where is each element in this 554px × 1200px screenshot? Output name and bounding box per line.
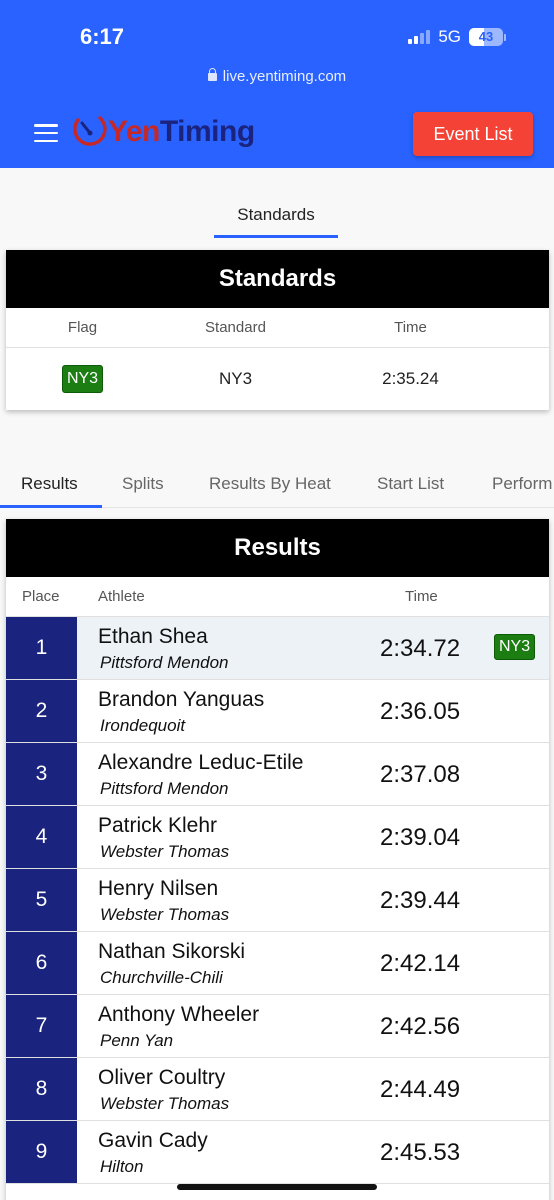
place-cell: 3 [6, 743, 77, 805]
result-time: 2:42.56 [380, 1013, 461, 1040]
table-row[interactable]: 4 Patrick Klehr Webster Thomas 2:39.04 [6, 806, 549, 869]
athlete-team: Irondequoit [100, 716, 186, 735]
results-title: Results [6, 519, 549, 577]
results-card: Results Place Athlete Time 1 Ethan Shea Pi… [6, 519, 549, 1200]
col-place: Place [22, 588, 60, 605]
place-cell: 7 [6, 995, 77, 1057]
results-header-row: Place Athlete Time [6, 577, 549, 617]
table-row[interactable]: 8 Oliver Coultry Webster Thomas 2:44.49 [6, 1058, 549, 1121]
lock-icon [207, 68, 217, 81]
place-cell: 8 [6, 1058, 77, 1120]
active-tab-underline [0, 505, 102, 508]
table-row[interactable]: 1 Ethan Shea Pittsford Mendon 2:34.72 NY3 [6, 617, 549, 680]
table-row[interactable]: 7 Anthony Wheeler Penn Yan 2:42.56 [6, 995, 549, 1058]
athlete-name: Ethan Shea [98, 625, 208, 648]
tab-standards[interactable]: Standards [214, 196, 338, 238]
cellular-signal-icon [408, 30, 431, 44]
athlete-team: Pittsford Mendon [100, 653, 229, 672]
standard-time: 2:35.24 [382, 369, 439, 388]
yentiming-logo[interactable]: YenTiming [70, 112, 255, 152]
result-time: 2:34.72 [380, 635, 461, 662]
result-time: 2:39.44 [380, 887, 461, 914]
url-text: live.yentiming.com [222, 68, 347, 85]
logo-timing-text: Timing [159, 115, 255, 148]
flag-badge: NY3 [494, 634, 536, 660]
tab-results-by-heat[interactable]: Results By Heat [209, 474, 331, 494]
result-time: 2:45.53 [380, 1139, 461, 1166]
athlete-team: Webster Thomas [100, 905, 230, 924]
result-time: 2:39.04 [380, 824, 461, 851]
table-row[interactable]: 5 Henry Nilsen Webster Thomas 2:39.44 [6, 869, 549, 932]
place-cell: 2 [6, 680, 77, 742]
col-athlete: Athlete [98, 588, 145, 605]
standards-card: Standards Flag Standard Time NY3 NY3 2:3… [6, 250, 549, 410]
menu-icon[interactable] [34, 124, 58, 142]
tab-standards-label: Standards [237, 205, 315, 224]
status-indicators: 5G 43 [408, 27, 506, 47]
athlete-name: Alexandre Leduc-Etile [98, 751, 304, 774]
standards-title: Standards [6, 250, 549, 308]
athlete-team: Hilton [100, 1157, 144, 1176]
athlete-name: Henry Nilsen [98, 877, 219, 900]
place-cell: 5 [6, 869, 77, 931]
result-time: 2:36.05 [380, 698, 461, 725]
tab-start-list[interactable]: Start List [377, 474, 444, 494]
table-row[interactable]: 9 Gavin Cady Hilton 2:45.53 [6, 1121, 549, 1184]
status-time: 6:17 [80, 24, 125, 49]
battery-percent: 43 [478, 29, 494, 44]
athlete-name: Patrick Klehr [98, 814, 218, 837]
athlete-team: Penn Yan [100, 1031, 174, 1050]
table-row[interactable]: 6 Nathan Sikorski Churchville-Chili 2:42.14 [6, 932, 549, 995]
home-indicator[interactable] [177, 1184, 377, 1190]
standards-header-row: Flag Standard Time [6, 308, 549, 348]
tab-results[interactable]: Results [21, 474, 78, 494]
athlete-team: Webster Thomas [100, 1094, 230, 1113]
standards-row: NY3 NY3 2:35.24 [6, 348, 549, 410]
results-tab-bar: Results Splits Results By Heat Start Lis… [0, 460, 554, 508]
event-list-button[interactable]: Event List [413, 112, 533, 156]
athlete-team: Webster Thomas [100, 842, 230, 861]
col-time: Time [405, 588, 438, 605]
athlete-name: Brandon Yanguas [98, 688, 265, 711]
battery-icon: 43 [469, 28, 506, 46]
network-type: 5G [438, 27, 461, 46]
place-cell: 4 [6, 806, 77, 868]
logo-yen-text: Yen [108, 115, 160, 148]
col-time: Time [394, 319, 427, 336]
address-bar[interactable]: live.yentiming.com [0, 68, 554, 85]
stopwatch-logo-icon [70, 112, 110, 152]
table-row[interactable]: 3 Alexandre Leduc-Etile Pittsford Mendon 2:… [6, 743, 549, 806]
table-row[interactable]: 2 Brandon Yanguas Irondequoit 2:36.05 [6, 680, 549, 743]
standard-value: NY3 [218, 369, 253, 388]
tab-splits[interactable]: Splits [122, 474, 164, 494]
athlete-name: Nathan Sikorski [98, 940, 246, 963]
athlete-name: Anthony Wheeler [98, 1003, 260, 1026]
place-cell: 1 [6, 617, 77, 679]
athlete-name: Gavin Cady [98, 1129, 208, 1152]
flag-badge: NY3 [61, 365, 104, 393]
col-standard: Standard [205, 319, 266, 336]
athlete-name: Oliver Coultry [98, 1066, 226, 1089]
place-cell: 9 [6, 1121, 77, 1183]
result-time: 2:44.49 [380, 1076, 461, 1103]
place-cell: 6 [6, 932, 77, 994]
athlete-team: Pittsford Mendon [100, 779, 229, 798]
col-flag: Flag [67, 319, 98, 336]
app-header: 6:17 5G 43 live.yentiming.com YenTiming [0, 0, 554, 168]
tab-underline [214, 235, 338, 238]
result-time: 2:37.08 [380, 761, 461, 788]
athlete-team: Churchville-Chili [100, 968, 223, 987]
result-time: 2:42.14 [380, 950, 461, 977]
tab-performance[interactable]: Perform [492, 474, 552, 494]
